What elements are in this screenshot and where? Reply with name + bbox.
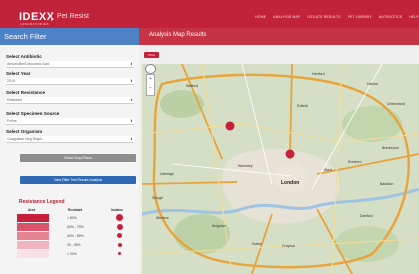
organism-label: Select Organism	[6, 129, 43, 134]
nav-analysis-map[interactable]: ANALYSIS MAP	[273, 15, 300, 19]
map-place-label: Enfield	[297, 104, 308, 108]
organism-value: Coagulase Neg Staph.	[7, 137, 44, 141]
legend-value: 40% - 59%	[67, 234, 84, 238]
map-place-label: Croydon	[282, 244, 296, 248]
legend-dot	[117, 233, 122, 238]
year-select[interactable]: 2015 ⬍	[6, 78, 134, 85]
map-place-label: Romford	[348, 160, 362, 164]
map-place-label: Kingston	[212, 224, 226, 228]
map-place-label: Chelmsford	[387, 102, 405, 106]
results-panel: Print + − Watford Harlow Enfield Hertfor…	[139, 45, 419, 274]
legend-row: < 20%	[0, 250, 139, 259]
resistance-select[interactable]: Resistant ⬍	[6, 97, 134, 104]
chevron-updown-icon: ⬍	[129, 137, 133, 141]
reset-filters-label: Reset Drop Filters	[64, 156, 92, 160]
motorway	[289, 64, 293, 160]
legend-swatch	[17, 241, 49, 249]
resistance-marker[interactable]	[225, 121, 235, 131]
map-place-label: Brentwood	[382, 146, 399, 150]
park	[174, 214, 230, 254]
chevron-updown-icon: ⬍	[129, 62, 133, 66]
specimen-value: Feline	[7, 119, 17, 123]
pan-control-icon[interactable]	[145, 64, 156, 74]
chevron-updown-icon: ⬍	[129, 79, 133, 83]
map-place-label: Windsor	[156, 216, 169, 220]
nav-pet-library[interactable]: PET LIBRARY	[348, 15, 372, 19]
map-place-label: Ilford	[324, 168, 332, 172]
chevron-updown-icon: ⬍	[129, 119, 133, 123]
legend-dot	[117, 242, 122, 247]
view-results-button[interactable]: View Filter Test Results Analysis	[20, 176, 136, 184]
motorway	[316, 153, 419, 175]
logo-separator	[51, 12, 52, 21]
legend-swatch	[17, 223, 49, 231]
map-place-label: Harlow	[367, 82, 378, 86]
chevron-updown-icon: ⬍	[129, 98, 133, 102]
legend-dot	[118, 252, 121, 255]
map-place-label: Uxbridge	[160, 172, 175, 176]
zoom-in-button[interactable]: +	[147, 75, 154, 84]
legend-col-resistant: Resistant	[68, 208, 83, 212]
legend-swatch	[17, 214, 49, 222]
organism-select[interactable]: Coagulase Neg Staph. ⬍	[6, 136, 134, 143]
map-place-label: Wembley	[238, 164, 253, 168]
analysis-map[interactable]: + − Watford Harlow Enfield Hertford Bren…	[142, 64, 419, 274]
legend-dot	[116, 223, 123, 230]
map-city-label: London	[281, 180, 300, 186]
map-place-label: Watford	[186, 84, 199, 88]
results-header: Analysis Map Results	[139, 28, 419, 45]
logo-subtitle: LABORATORIES	[20, 22, 50, 26]
map-place-label: Hertford	[312, 72, 325, 76]
view-results-label: View Filter Test Results Analysis	[53, 178, 103, 182]
park	[160, 90, 204, 118]
legend-value: 20 - 39%	[67, 243, 81, 247]
legend-swatch	[17, 250, 49, 258]
specimen-label: Select Specimen Source	[6, 111, 60, 116]
resistance-label: Select Resistance	[6, 90, 46, 95]
print-button[interactable]: Print	[144, 52, 159, 58]
map-place-label: Dartford	[360, 214, 373, 218]
legend-row: 60% - 79%	[0, 223, 139, 232]
map-place-label: Slough	[152, 196, 163, 200]
zoom-out-button[interactable]: −	[147, 84, 154, 93]
resistance-value: Resistant	[7, 98, 22, 102]
antibiotic-label: Select Antibiotic	[6, 54, 42, 59]
search-filter-panel: Select Antibiotic Amoxicillin/Clavulanic…	[0, 45, 139, 274]
app-name: Pet Resist	[57, 13, 89, 20]
zoom-control: + −	[146, 74, 155, 96]
legend-col-area: Area	[28, 208, 36, 212]
nav-antibiotics[interactable]: ANTIBIOTICS	[379, 15, 403, 19]
nav-help[interactable]: HELP	[409, 15, 419, 19]
legend-value: < 20%	[67, 252, 77, 256]
legend-row: 20 - 39%	[0, 241, 139, 250]
legend-value: > 80%	[67, 216, 77, 220]
antibiotic-select[interactable]: Amoxicillin/Clavulanic Acid ⬍	[6, 61, 134, 68]
legend-value: 60% - 79%	[67, 225, 84, 229]
map-canvas	[142, 64, 419, 274]
top-bar: IDEXX LABORATORIES Pet Resist HOME ANALY…	[0, 0, 419, 28]
nav-home[interactable]: HOME	[255, 15, 266, 19]
search-filter-header: Search Filter	[0, 28, 139, 45]
year-value: 2015	[7, 79, 15, 83]
nav-isolate-results[interactable]: ISOLATE RESULTS	[307, 15, 340, 19]
year-label: Select Year	[6, 71, 31, 76]
legend-row: 40% - 59%	[0, 232, 139, 241]
antibiotic-value: Amoxicillin/Clavulanic Acid	[7, 62, 50, 66]
specimen-select[interactable]: Feline ⬍	[6, 118, 134, 125]
reset-filters-button[interactable]: Reset Drop Filters	[20, 154, 136, 162]
legend-row: > 80%	[0, 214, 139, 223]
search-filter-title: Search Filter	[4, 32, 47, 41]
resistance-marker[interactable]	[285, 149, 295, 159]
legend-col-isolates: Isolates	[111, 208, 123, 212]
legend-swatch	[17, 232, 49, 240]
map-place-label: Basildon	[380, 182, 394, 186]
map-place-label: Sutton	[252, 242, 263, 246]
results-title: Analysis Map Results	[149, 32, 207, 38]
legend-title: Resistance Legend	[19, 199, 65, 205]
main-nav: HOME ANALYSIS MAP ISOLATE RESULTS PET LI…	[255, 15, 419, 19]
legend-dot	[116, 214, 123, 221]
print-label: Print	[148, 53, 155, 57]
